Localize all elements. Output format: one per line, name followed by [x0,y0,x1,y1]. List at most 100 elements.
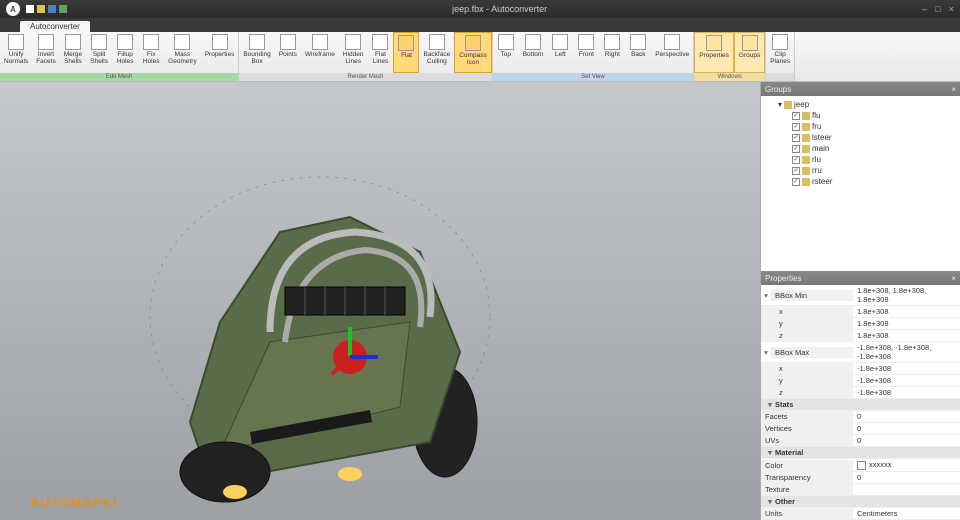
view-right-icon [604,34,620,50]
invert-facets-button[interactable]: InvertFacets [32,32,60,73]
ribbon-group-render-mesh: BoundingBox Points Wireframe HiddenLines… [239,32,492,81]
expand-icon[interactable]: ▾ [761,348,771,357]
clip-planes-button[interactable]: ClipPlanes [766,32,794,73]
prop-key: y [761,318,853,329]
expand-icon[interactable]: ▾ [765,400,775,409]
expand-icon[interactable]: ▾ [765,448,775,457]
tree-node[interactable]: ✓rlu [764,154,957,165]
prop-key: Transparency [761,472,853,483]
qat-undo-icon[interactable] [59,5,67,13]
prop-value: -1.8e+308, -1.8e+308, -1.8e+308 [853,342,960,362]
qat-save-icon[interactable] [48,5,56,13]
flat-button[interactable]: Flat [393,32,419,73]
properties-panel-close-icon[interactable]: × [951,274,956,283]
prop-key: x [761,306,853,317]
checkbox[interactable]: ✓ [792,134,800,142]
mesh-icon [802,123,810,131]
prop-value[interactable]: 1.8e+308 [853,330,960,341]
app-logo: A [6,2,20,16]
tree-node-root[interactable]: ▾jeep [764,99,957,110]
prop-section: Other [775,497,795,506]
view-bottom-button[interactable]: Bottom [519,32,548,73]
ribbon: UnifyNormals InvertFacets MergeShells Sp… [0,32,960,82]
prop-value[interactable]: 1.8e+308 [853,306,960,317]
expand-icon[interactable]: ▾ [761,291,771,300]
model-jeep[interactable] [120,142,520,520]
view-back-button[interactable]: Back [625,32,651,73]
3d-viewport[interactable]: AUTOMAPKI [0,82,760,520]
prop-value[interactable] [853,489,960,491]
view-right-button[interactable]: Right [599,32,625,73]
view-front-button[interactable]: Front [573,32,599,73]
view-top-button[interactable]: Top [493,32,519,73]
titlebar: A jeep.fbx - Autoconverter – □ × [0,0,960,18]
mass-geometry-button[interactable]: MassGeometry [164,32,201,73]
ribbon-group-windows: Properties Groups Windows [694,32,766,81]
prop-value[interactable]: Centimeters [853,508,960,519]
prop-value[interactable]: xxxxxx [853,459,960,471]
backface-culling-button[interactable]: BackfaceCulling [419,32,454,73]
compass-icon-button[interactable]: CompassIcon [454,32,491,73]
close-button[interactable]: × [949,4,954,14]
prop-value: 0 [853,435,960,446]
prop-key: Texture [761,484,853,495]
tree-node[interactable]: ✓fru [764,121,957,132]
flat-lines-button[interactable]: FlatLines [367,32,393,73]
panel-properties-button[interactable]: Properties [694,32,734,73]
prop-section: Stats [775,400,793,409]
unify-normals-button[interactable]: UnifyNormals [0,32,32,73]
prop-value: 1.8e+308, 1.8e+308, 1.8e+308 [853,285,960,305]
prop-value[interactable]: -1.8e+308 [853,363,960,374]
groups-tree[interactable]: ▾jeep ✓flu ✓fru ✓lsteer ✓main ✓rlu ✓rru … [761,96,960,271]
qat-open-icon[interactable] [37,5,45,13]
hidden-lines-button[interactable]: HiddenLines [339,32,368,73]
prop-value[interactable]: -1.8e+308 [853,387,960,398]
properties-button[interactable]: Properties [201,32,239,73]
view-perspective-button[interactable]: Perspective [651,32,693,73]
maximize-button[interactable]: □ [935,4,940,14]
tab-autoconverter[interactable]: Autoconverter [20,21,90,32]
points-icon [280,34,296,50]
fix-holes-button[interactable]: FixHoles [138,32,164,73]
prop-value[interactable]: 0 [853,472,960,483]
view-bottom-icon [525,34,541,50]
prop-value[interactable]: -1.8e+308 [853,375,960,386]
groups-panel-close-icon[interactable]: × [951,85,956,94]
window-title: jeep.fbx - Autoconverter [77,4,922,14]
mesh-icon [802,112,810,120]
quick-access-toolbar[interactable] [26,5,67,13]
clip-planes-icon [772,34,788,50]
view-front-icon [578,34,594,50]
checkbox[interactable]: ✓ [792,123,800,131]
tree-node[interactable]: ✓flu [764,110,957,121]
split-shells-button[interactable]: SplitShells [86,32,112,73]
qat-new-icon[interactable] [26,5,34,13]
tree-node[interactable]: ✓lsteer [764,132,957,143]
points-button[interactable]: Points [275,32,301,73]
prop-value[interactable]: 1.8e+308 [853,318,960,329]
folder-icon [784,101,792,109]
merge-shells-button[interactable]: MergeShells [60,32,86,73]
expand-icon[interactable]: ▾ [778,100,782,109]
expand-icon[interactable]: ▾ [765,497,775,506]
checkbox[interactable]: ✓ [792,156,800,164]
tree-node[interactable]: ✓rsteer [764,176,957,187]
wireframe-button[interactable]: Wireframe [301,32,339,73]
panel-groups-button[interactable]: Groups [734,32,765,73]
tree-node[interactable]: ✓main [764,143,957,154]
fillup-holes-button[interactable]: FillupHoles [112,32,138,73]
tree-node[interactable]: ✓rru [764,165,957,176]
mesh-icon [802,134,810,142]
view-left-button[interactable]: Left [547,32,573,73]
prop-key: Units [761,508,853,519]
color-swatch[interactable] [857,461,866,470]
panel-groups-icon [742,35,758,51]
checkbox[interactable]: ✓ [792,167,800,175]
checkbox[interactable]: ✓ [792,112,800,120]
properties-grid[interactable]: ▾BBox Min1.8e+308, 1.8e+308, 1.8e+308 x1… [761,285,960,520]
fillup-holes-icon [117,34,133,50]
minimize-button[interactable]: – [922,4,927,14]
bounding-box-button[interactable]: BoundingBox [239,32,274,73]
checkbox[interactable]: ✓ [792,178,800,186]
checkbox[interactable]: ✓ [792,145,800,153]
